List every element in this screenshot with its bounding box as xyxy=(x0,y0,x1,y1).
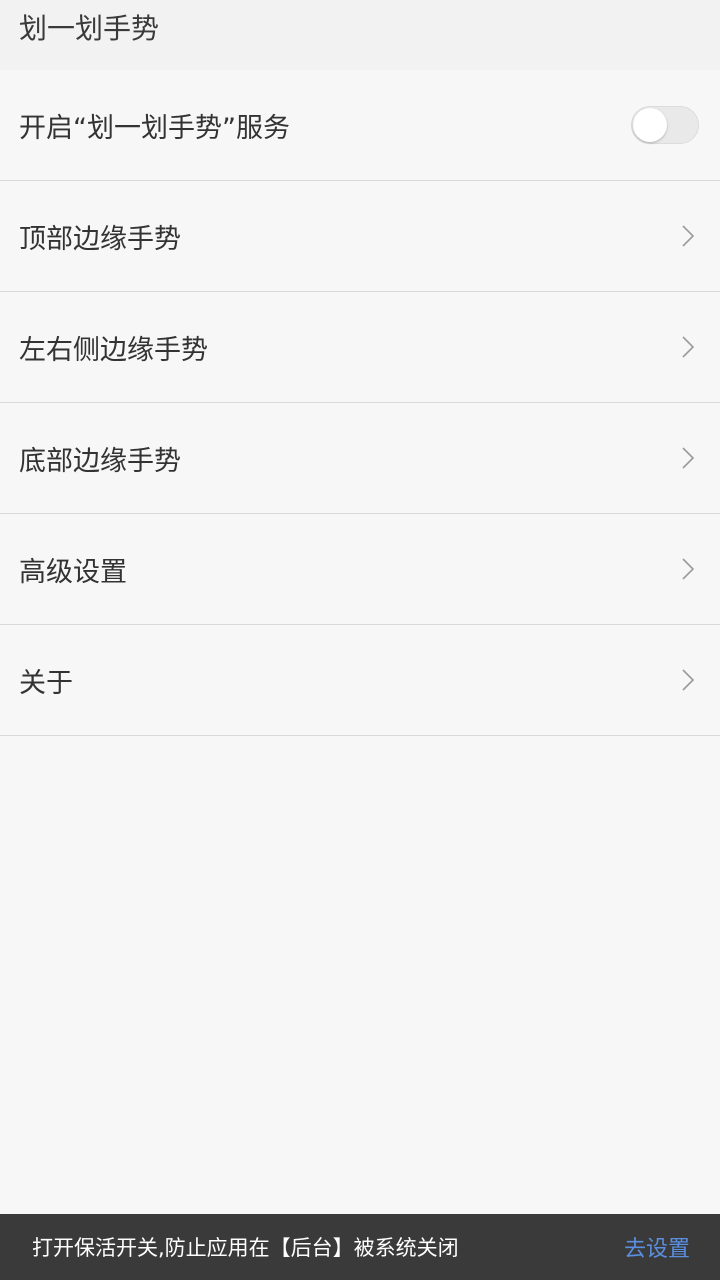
chevron-right-icon xyxy=(680,335,696,359)
settings-item-label: 底部边缘手势 xyxy=(19,445,181,477)
service-toggle-switch[interactable] xyxy=(631,106,699,144)
settings-item-label: 顶部边缘手势 xyxy=(19,223,181,255)
settings-item-top-edge-gesture[interactable]: 顶部边缘手势 xyxy=(0,181,720,292)
snackbar-message: 打开保活开关,防止应用在【后台】被系统关闭 xyxy=(32,1236,459,1260)
go-settings-button[interactable]: 去设置 xyxy=(624,1231,690,1263)
page-title: 划一划手势 xyxy=(19,12,160,45)
settings-item-advanced-settings[interactable]: 高级设置 xyxy=(0,514,720,625)
settings-item-label: 高级设置 xyxy=(19,556,127,588)
settings-list: 开启“划一划手势”服务 顶部边缘手势 左右侧边缘手势 底部边缘手势 高级设置 关… xyxy=(0,70,720,736)
settings-item-label: 左右侧边缘手势 xyxy=(19,334,208,366)
settings-item-side-edge-gesture[interactable]: 左右侧边缘手势 xyxy=(0,292,720,403)
service-toggle-label: 开启“划一划手势”服务 xyxy=(19,112,290,144)
app-bar: 划一划手势 xyxy=(0,0,720,70)
service-toggle-row[interactable]: 开启“划一划手势”服务 xyxy=(0,70,720,181)
chevron-right-icon xyxy=(680,224,696,248)
toggle-knob xyxy=(633,108,667,142)
settings-item-label: 关于 xyxy=(19,667,73,699)
chevron-right-icon xyxy=(680,557,696,581)
chevron-right-icon xyxy=(680,446,696,470)
settings-item-bottom-edge-gesture[interactable]: 底部边缘手势 xyxy=(0,403,720,514)
snackbar: 打开保活开关,防止应用在【后台】被系统关闭 去设置 xyxy=(0,1214,720,1280)
chevron-right-icon xyxy=(680,668,696,692)
settings-item-about[interactable]: 关于 xyxy=(0,625,720,736)
